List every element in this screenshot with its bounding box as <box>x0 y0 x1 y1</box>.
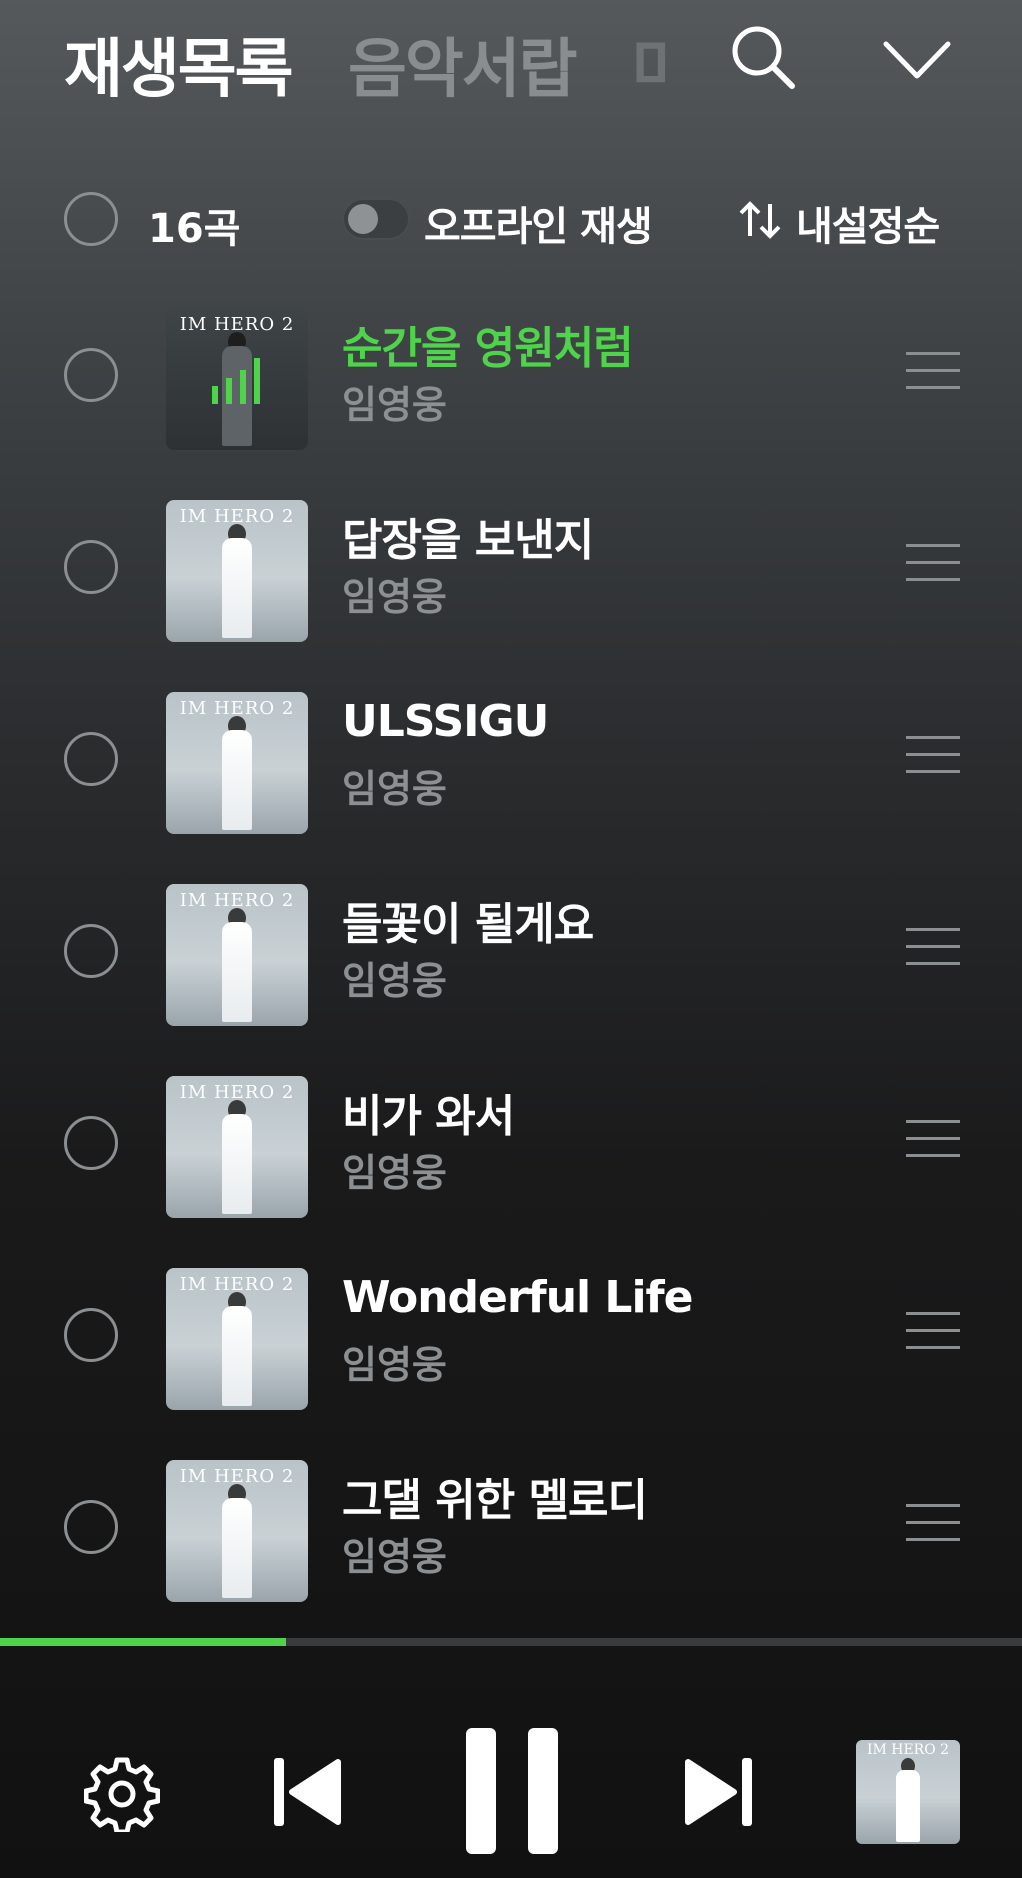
album-thumbnail: IM HERO 2 <box>166 500 308 642</box>
song-title: Wonderful Life <box>342 1272 694 1323</box>
cover-figure <box>222 1306 252 1406</box>
album-thumbnail: IM HERO 2 <box>166 1268 308 1410</box>
cover-figure <box>222 538 252 638</box>
song-checkbox[interactable] <box>64 1116 118 1170</box>
cover-figure <box>222 922 252 1022</box>
song-count: 16곡 <box>148 206 241 252</box>
song-checkbox[interactable] <box>64 540 118 594</box>
song-title: 들꽃이 될게요 <box>342 899 594 950</box>
song-checkbox[interactable] <box>64 924 118 978</box>
tab-playlist[interactable]: 재생목록 <box>64 18 294 110</box>
song-title: 그댈 위한 멜로디 <box>342 1475 648 1526</box>
drag-handle-icon[interactable] <box>906 352 960 392</box>
drag-handle-icon[interactable] <box>906 1120 960 1160</box>
pause-icon[interactable] <box>462 1726 562 1856</box>
song-artist: 임영웅 <box>342 767 447 811</box>
cover-figure <box>222 1498 252 1598</box>
offline-play-label[interactable]: 오프라인 재생 <box>424 194 653 252</box>
song-row[interactable]: IM HERO 2 순간을 영원처럼 임영웅 <box>0 300 1022 450</box>
offline-toggle[interactable] <box>342 198 410 240</box>
song-checkbox[interactable] <box>64 1500 118 1554</box>
song-artist: 임영웅 <box>342 383 447 427</box>
progress-fill <box>0 1638 287 1646</box>
song-title: 답장을 보낸지 <box>342 515 594 566</box>
drag-handle-icon[interactable] <box>906 928 960 968</box>
toggle-knob <box>348 204 378 234</box>
song-artist: 임영웅 <box>342 959 447 1003</box>
tab-music-drawer[interactable]: 음악서랍 <box>348 18 578 110</box>
song-artist: 임영웅 <box>342 1343 447 1387</box>
cover-figure <box>896 1770 920 1842</box>
song-artist: 임영웅 <box>342 575 447 619</box>
chevron-down-icon[interactable] <box>880 30 954 90</box>
song-row[interactable]: IM HERO 2 들꽃이 될게요 임영웅 <box>0 876 1022 1026</box>
song-title: 순간을 영원처럼 <box>342 323 634 374</box>
sort-button[interactable]: 내설정순 <box>796 194 940 252</box>
song-checkbox[interactable] <box>64 1308 118 1362</box>
song-title: 비가 와서 <box>342 1091 515 1142</box>
song-row[interactable]: IM HERO 2 비가 와서 임영웅 <box>0 1068 1022 1218</box>
song-artist: 임영웅 <box>342 1151 447 1195</box>
song-row[interactable]: IM HERO 2 그댈 위한 멜로디 임영웅 <box>0 1452 1022 1602</box>
song-checkbox[interactable] <box>64 732 118 786</box>
album-thumbnail: IM HERO 2 <box>166 692 308 834</box>
search-icon[interactable] <box>728 22 798 92</box>
song-row[interactable]: IM HERO 2 Wonderful Life 임영웅 <box>0 1260 1022 1410</box>
drag-handle-icon[interactable] <box>906 1312 960 1352</box>
header: 재생목록 음악서랍 마 <box>0 0 1022 120</box>
playback-progress-bar[interactable] <box>0 1638 1022 1646</box>
select-all-checkbox[interactable] <box>64 192 118 246</box>
album-thumbnail: IM HERO 2 <box>166 1076 308 1218</box>
previous-icon[interactable] <box>272 1752 342 1832</box>
album-thumbnail: IM HERO 2 <box>166 308 308 450</box>
drag-handle-icon[interactable] <box>906 736 960 776</box>
sort-icon[interactable] <box>738 200 782 240</box>
song-row[interactable]: IM HERO 2 답장을 보낸지 임영웅 <box>0 492 1022 642</box>
cover-figure <box>222 730 252 830</box>
song-row[interactable]: IM HERO 2 ULSSIGU 임영웅 <box>0 684 1022 834</box>
album-thumbnail: IM HERO 2 <box>166 884 308 1026</box>
drag-handle-icon[interactable] <box>906 1504 960 1544</box>
song-checkbox[interactable] <box>64 348 118 402</box>
album-cover-text: IM HERO 2 <box>866 1742 950 1758</box>
song-artist: 임영웅 <box>342 1535 447 1579</box>
cover-figure <box>222 1114 252 1214</box>
settings-icon[interactable] <box>84 1756 160 1832</box>
tab-third-partial[interactable]: 마 <box>632 18 670 110</box>
album-thumbnail: IM HERO 2 <box>166 1460 308 1602</box>
now-playing-album-art[interactable]: IM HERO 2 <box>856 1740 960 1844</box>
next-icon[interactable] <box>684 1752 754 1832</box>
equalizer-icon <box>212 358 260 404</box>
drag-handle-icon[interactable] <box>906 544 960 584</box>
song-title: ULSSIGU <box>342 696 549 747</box>
